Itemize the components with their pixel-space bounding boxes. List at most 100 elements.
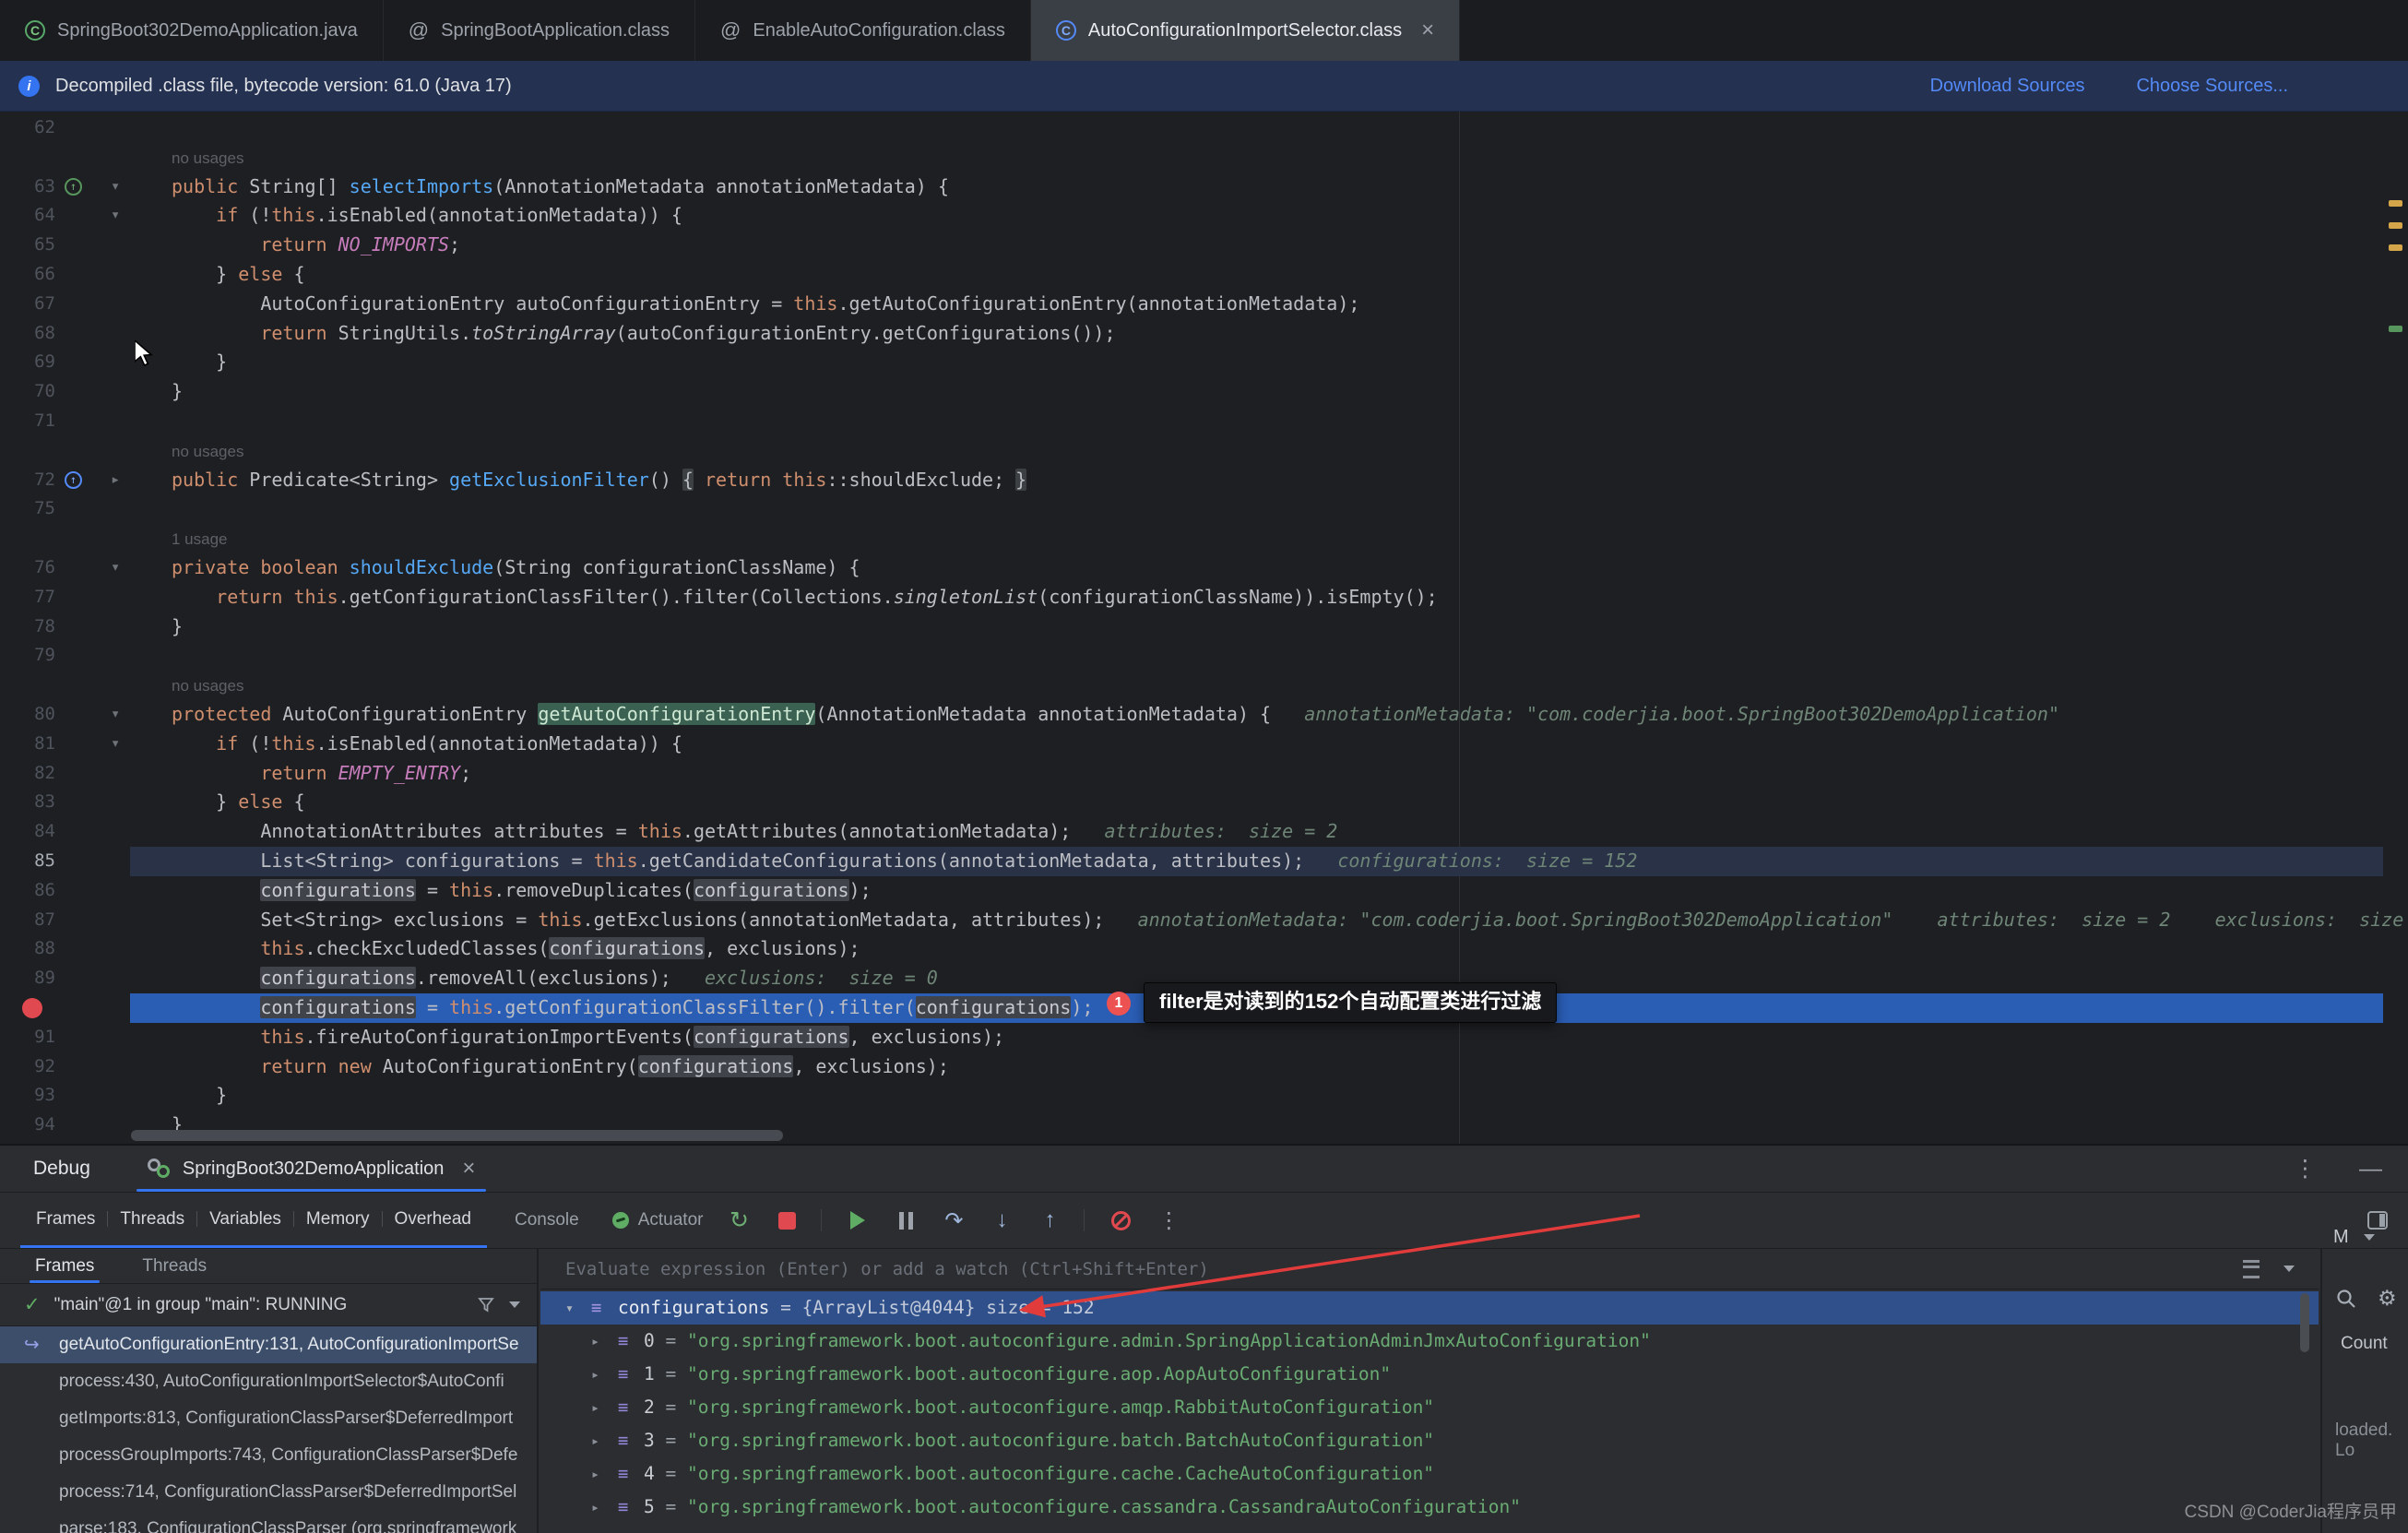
step-over-icon[interactable]: ↷ [942, 1208, 966, 1232]
code-text: return NO_IMPORTS; [172, 231, 460, 260]
stack-frame-row[interactable]: process:430, AutoConfigurationImportSele… [0, 1363, 537, 1400]
search-icon[interactable] [2335, 1288, 2357, 1310]
mute-breakpoints-icon[interactable] [1109, 1208, 1133, 1232]
line-number: 72 [0, 466, 55, 495]
tab-threads[interactable]: Threads [142, 1249, 207, 1283]
fold-chevron-down-icon[interactable]: ▾ [111, 172, 120, 202]
tab-console[interactable]: Console [515, 1210, 579, 1230]
line-number: 87 [0, 906, 55, 935]
horizontal-scrollbar[interactable] [131, 1130, 783, 1141]
fold-chevron-down-icon[interactable]: ▾ [111, 730, 120, 759]
array-element-row[interactable]: ▸≡5 = "org.springframework.boot.autoconf… [540, 1491, 2319, 1524]
watch-row-configurations[interactable]: ▾≡configurations = {ArrayList@4044} size… [540, 1291, 2319, 1325]
element-icon: ≡ [618, 1524, 628, 1533]
editor-tab-4[interactable]: CAutoConfigurationImportSelector.class× [1031, 0, 1460, 61]
code-line-72: 72 ↑ ▸ public Predicate<String> getExclusio… [0, 466, 2408, 495]
array-element-row-partial[interactable]: ▸≡ [540, 1524, 2319, 1533]
line-number: 76 [0, 553, 55, 583]
stack-frame-row[interactable]: parse:183, ConfigurationClassParser (org… [0, 1511, 537, 1533]
chevron-right-icon[interactable]: ▸ [591, 1491, 599, 1524]
chevron-right-icon[interactable]: ▸ [591, 1325, 599, 1358]
array-element-row[interactable]: ▸≡2 = "org.springframework.boot.autoconf… [540, 1391, 2319, 1424]
array-element-row[interactable]: ▸≡3 = "org.springframework.boot.autoconf… [540, 1424, 2319, 1457]
vertical-scrollbar[interactable] [2300, 1293, 2309, 1352]
banner-text: Decompiled .class file, bytecode version… [55, 76, 512, 97]
evaluate-placeholder: Evaluate expression (Enter) or add a wat… [565, 1259, 1209, 1279]
step-out-icon[interactable]: ↑ [1038, 1208, 1062, 1232]
thread-selector[interactable]: ✓ "main"@1 in group "main": RUNNING [0, 1284, 537, 1326]
chevron-down-icon[interactable]: ▾ [565, 1291, 574, 1325]
debug-session-tab[interactable]: SpringBoot302DemoApplication × [131, 1146, 492, 1192]
code-text: public Predicate<String> getExclusionFil… [172, 466, 1026, 495]
view-label-variables[interactable]: Variables [197, 1209, 293, 1230]
tab-threads-variables[interactable]: Frames Threads Variables Memory Overhead [20, 1193, 487, 1248]
chevron-down-icon[interactable] [509, 1301, 520, 1308]
resume-icon[interactable] [846, 1208, 870, 1232]
element-label: 4 = "org.springframework.boot.autoconfig… [644, 1457, 1434, 1491]
array-element-row[interactable]: ▸≡1 = "org.springframework.boot.autoconf… [540, 1358, 2319, 1391]
chevron-right-icon[interactable]: ▸ [591, 1391, 599, 1424]
step-into-icon[interactable]: ↓ [990, 1208, 1014, 1232]
usages-inlay-hint[interactable]: no usages [172, 443, 243, 460]
overrides-marker-icon[interactable]: ↑ [65, 471, 82, 489]
kebab-menu-icon[interactable]: ⋮ [2294, 1155, 2317, 1182]
view-label-memory[interactable]: Memory [294, 1209, 382, 1230]
fold-chevron-down-icon[interactable]: ▾ [111, 553, 120, 583]
line-number: 71 [0, 407, 55, 436]
editor-tab-3[interactable]: @EnableAutoConfiguration.class [695, 0, 1031, 61]
stack-frame-row[interactable]: process:714, ConfigurationClassParser$De… [0, 1474, 537, 1511]
chevron-right-icon[interactable]: ▸ [591, 1457, 599, 1491]
fold-chevron-down-icon[interactable]: ▾ [111, 201, 120, 231]
chevron-down-icon[interactable] [2283, 1266, 2295, 1272]
chevron-right-icon[interactable]: ▸ [591, 1358, 599, 1391]
fold-chevron-down-icon[interactable]: ▾ [111, 700, 120, 730]
view-label-frames[interactable]: Frames [24, 1209, 107, 1230]
line-number: 94 [0, 1111, 55, 1140]
choose-sources-link[interactable]: Choose Sources... [2136, 76, 2288, 97]
memory-tab-cut[interactable]: M [2333, 1227, 2375, 1248]
line-number: 75 [0, 494, 55, 524]
gear-icon[interactable]: ⚙ [2378, 1286, 2397, 1311]
array-element-row[interactable]: ▸≡0 = "org.springframework.boot.autoconf… [540, 1325, 2319, 1358]
count-label[interactable]: Count [2341, 1334, 2388, 1354]
line-number: 70 [0, 377, 55, 407]
array-element-row[interactable]: ▸≡4 = "org.springframework.boot.autoconf… [540, 1457, 2319, 1491]
chevron-right-icon[interactable]: ▸ [591, 1524, 599, 1533]
chevron-right-icon[interactable]: ▸ [591, 1424, 599, 1457]
editor-tab-2[interactable]: @SpringBootApplication.class [384, 0, 695, 61]
stop-icon[interactable] [775, 1208, 799, 1232]
download-sources-link[interactable]: Download Sources [1930, 76, 2085, 97]
usages-inlay-hint[interactable]: no usages [172, 149, 243, 167]
tab-label: AutoConfigurationImportSelector.class [1088, 20, 1402, 42]
tab-actuator[interactable]: Actuator [612, 1210, 704, 1230]
watch-settings-icon[interactable] [2243, 1260, 2260, 1278]
line-number: 89 [0, 964, 55, 993]
more-actions-icon[interactable]: ⋮ [1157, 1208, 1180, 1232]
usages-inlay-hint[interactable]: 1 usage [172, 530, 228, 548]
line-number: 63 [0, 172, 55, 202]
evaluate-expression-input[interactable]: Evaluate expression (Enter) or add a wat… [540, 1249, 2319, 1289]
line-number: 83 [0, 788, 55, 817]
line-number: 93 [0, 1081, 55, 1111]
stack-frame-row[interactable]: processGroupImports:743, ConfigurationCl… [0, 1437, 537, 1474]
fold-chevron-right-icon[interactable]: ▸ [111, 466, 120, 495]
filter-icon[interactable] [477, 1296, 495, 1314]
stack-frame-row[interactable]: ↪getAutoConfigurationEntry:131, AutoConf… [0, 1326, 537, 1363]
view-label-overhead[interactable]: Overhead [383, 1209, 483, 1230]
editor-tab-1[interactable]: CSpringBoot302DemoApplication.java [0, 0, 384, 61]
element-label: 5 = "org.springframework.boot.autoconfig… [644, 1491, 1521, 1524]
line-number: 92 [0, 1052, 55, 1082]
pause-icon[interactable] [894, 1208, 918, 1232]
usages-inlay-hint[interactable]: no usages [172, 677, 243, 695]
view-label-threads[interactable]: Threads [108, 1209, 196, 1230]
close-icon[interactable]: × [462, 1158, 475, 1180]
tab-frames[interactable]: Frames [35, 1249, 94, 1283]
rerun-icon[interactable]: ↻ [727, 1208, 751, 1232]
close-icon[interactable]: × [1421, 19, 1434, 42]
breakpoint-icon[interactable] [22, 998, 42, 1018]
implements-marker-icon[interactable]: ↑ [65, 178, 82, 196]
stack-frame-row[interactable]: getImports:813, ConfigurationClassParser… [0, 1400, 537, 1437]
code-line-83: 83 } else { [0, 788, 2408, 817]
code-line-81: 81▾ if (!this.isEnabled(annotationMetada… [0, 730, 2408, 759]
minimize-icon[interactable]: — [2359, 1156, 2382, 1182]
